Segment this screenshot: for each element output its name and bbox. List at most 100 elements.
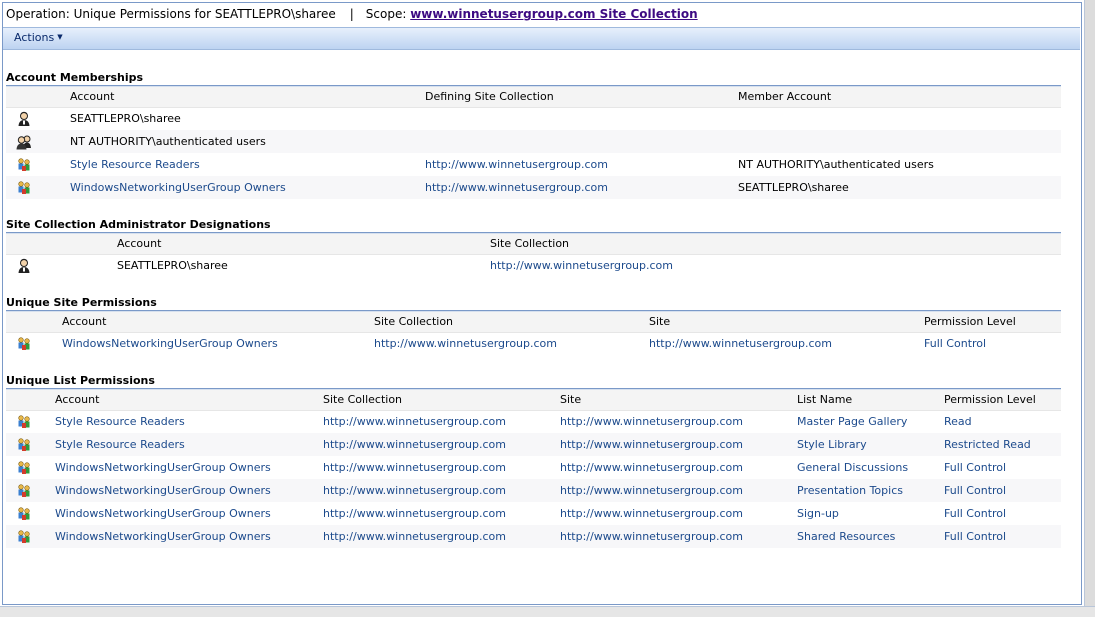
chevron-down-icon: ▼ xyxy=(57,33,63,41)
list-name-cell[interactable]: Style Library xyxy=(797,433,944,456)
admin-designations-rows: SEATTLEPRO\sharee http://www.winnetusergr… xyxy=(6,254,1061,277)
list-name-cell[interactable]: General Discussions xyxy=(797,456,944,479)
permission-level-cell[interactable]: Full Control xyxy=(944,525,1061,548)
icon-cell xyxy=(6,176,41,199)
list-name-cell[interactable]: Master Page Gallery xyxy=(797,410,944,433)
permission-level-cell[interactable]: Full Control xyxy=(944,456,1061,479)
permission-level-cell[interactable]: Restricted Read xyxy=(944,433,1061,456)
table-row: NT AUTHORITY\authenticated users xyxy=(6,130,1061,153)
status-bar xyxy=(0,606,1095,617)
site-collection-cell[interactable]: http://www.winnetusergroup.com xyxy=(425,176,738,199)
column-header-site: Site xyxy=(560,390,797,411)
list-name-cell[interactable]: Sign-up xyxy=(797,502,944,525)
site-cell[interactable]: http://www.winnetusergroup.com xyxy=(560,525,797,548)
table-header-row: Account Defining Site Collection Member … xyxy=(6,87,1061,108)
site-cell[interactable]: http://www.winnetusergroup.com xyxy=(560,410,797,433)
list-name-cell[interactable]: Presentation Topics xyxy=(797,479,944,502)
site-cell[interactable]: http://www.winnetusergroup.com xyxy=(560,502,797,525)
icon-cell xyxy=(6,153,41,176)
icon-cell xyxy=(6,107,41,130)
permission-level-cell[interactable]: Full Control xyxy=(924,332,1061,355)
site-collection-cell[interactable]: http://www.winnetusergroup.com xyxy=(323,525,560,548)
site-collection-cell[interactable]: http://www.winnetusergroup.com xyxy=(490,254,1061,277)
permission-level-cell[interactable]: Full Control xyxy=(944,502,1061,525)
account-cell[interactable]: Style Resource Readers xyxy=(41,410,323,433)
site-collection-cell xyxy=(425,130,738,153)
member-account-cell xyxy=(738,107,1061,130)
site-collection-cell[interactable]: http://www.winnetusergroup.com xyxy=(323,456,560,479)
column-header-site-collection: Site Collection xyxy=(490,234,1061,255)
list-permissions-table: Account Site Collection Site List Name P… xyxy=(6,390,1061,548)
site-collection-cell[interactable]: http://www.winnetusergroup.com xyxy=(425,153,738,176)
list-name-cell[interactable]: Shared Resources xyxy=(797,525,944,548)
account-cell[interactable]: WindowsNetworkingUserGroup Owners xyxy=(41,176,425,199)
column-header-permission-level: Permission Level xyxy=(924,312,1061,333)
sharepoint-group-icon xyxy=(16,157,32,171)
table-row: WindowsNetworkingUserGroup Owners http://… xyxy=(6,456,1061,479)
site-collection-cell[interactable]: http://www.winnetusergroup.com xyxy=(323,502,560,525)
icon-cell xyxy=(6,502,41,525)
site-collection-cell[interactable]: http://www.winnetusergroup.com xyxy=(323,479,560,502)
table-row: Style Resource Readers http://www.winnetu… xyxy=(6,433,1061,456)
icon-cell xyxy=(6,433,41,456)
column-header-account: Account xyxy=(41,312,374,333)
site-cell[interactable]: http://www.winnetusergroup.com xyxy=(560,479,797,502)
table-row: WindowsNetworkingUserGroup Owners http://… xyxy=(6,176,1061,199)
site-collection-cell[interactable]: http://www.winnetusergroup.com xyxy=(323,410,560,433)
permission-level-cell[interactable]: Read xyxy=(944,410,1061,433)
account-cell[interactable]: Style Resource Readers xyxy=(41,433,323,456)
sharepoint-group-icon xyxy=(16,415,32,428)
user-icon xyxy=(16,111,32,126)
header-separator: | xyxy=(349,7,354,21)
site-cell[interactable]: http://www.winnetusergroup.com xyxy=(649,332,924,355)
icon-cell xyxy=(6,456,41,479)
account-cell: SEATTLEPRO\sharee xyxy=(70,112,181,126)
icon-cell xyxy=(6,332,41,355)
table-row: WindowsNetworkingUserGroup Owners http://… xyxy=(6,525,1061,548)
toolbar: Actions ▼ xyxy=(3,27,1080,50)
site-cell[interactable]: http://www.winnetusergroup.com xyxy=(560,433,797,456)
icon-cell xyxy=(6,254,41,277)
sharepoint-group-icon xyxy=(16,437,32,451)
actions-menu-button[interactable]: Actions ▼ xyxy=(14,31,63,44)
account-cell[interactable]: WindowsNetworkingUserGroup Owners xyxy=(41,479,323,502)
column-header-member-account: Member Account xyxy=(738,87,1061,108)
scope-link[interactable]: www.winnetusergroup.com Site Collection xyxy=(410,7,697,21)
table-row: Style Resource Readers http://www.winnetu… xyxy=(6,153,1061,176)
operation-header: Operation: Unique Permissions for SEATTL… xyxy=(6,7,698,23)
site-collection-cell[interactable]: http://www.winnetusergroup.com xyxy=(374,332,649,355)
admin-designations-table: Account Site Collection SEATTLEPRO\share… xyxy=(6,234,1061,277)
site-permissions-table: Account Site Collection Site Permission … xyxy=(6,312,1061,355)
table-row: WindowsNetworkingUserGroup Owners http://… xyxy=(6,332,1061,355)
sharepoint-group-icon xyxy=(16,460,32,474)
icon-cell xyxy=(6,410,41,433)
account-cell[interactable]: WindowsNetworkingUserGroup Owners xyxy=(41,456,323,479)
account-cell[interactable]: WindowsNetworkingUserGroup Owners xyxy=(41,332,374,355)
column-header-permission-level: Permission Level xyxy=(944,390,1061,411)
member-account-cell: SEATTLEPRO\sharee xyxy=(738,176,1061,199)
list-permissions-section: Unique List Permissions Account Site Col… xyxy=(6,373,1061,548)
site-cell[interactable]: http://www.winnetusergroup.com xyxy=(560,456,797,479)
column-header-account: Account xyxy=(41,390,323,411)
account-memberships-table: Account Defining Site Collection Member … xyxy=(6,87,1061,199)
permission-level-cell[interactable]: Full Control xyxy=(944,479,1061,502)
account-cell[interactable]: WindowsNetworkingUserGroup Owners xyxy=(41,502,323,525)
section-title: Account Memberships xyxy=(6,71,144,84)
account-cell[interactable]: WindowsNetworkingUserGroup Owners xyxy=(41,525,323,548)
site-permissions-section: Unique Site Permissions Account Site Col… xyxy=(6,295,1061,355)
account-cell[interactable]: Style Resource Readers xyxy=(41,153,425,176)
site-collection-cell[interactable]: http://www.winnetusergroup.com xyxy=(323,433,560,456)
column-header-account: Account xyxy=(41,87,425,108)
sharepoint-group-icon xyxy=(16,337,32,350)
sharepoint-group-icon xyxy=(16,180,32,194)
actions-label: Actions xyxy=(14,31,55,44)
sharepoint-group-icon xyxy=(16,506,32,520)
table-header-row: Account Site Collection xyxy=(6,234,1061,255)
user-icon xyxy=(16,258,32,273)
sharepoint-group-icon xyxy=(16,529,32,543)
site-permissions-rows: WindowsNetworkingUserGroup Owners http://… xyxy=(6,332,1061,355)
section-title: Unique List Permissions xyxy=(6,374,155,387)
column-header-icon xyxy=(6,312,41,333)
column-header-icon xyxy=(6,390,41,411)
vertical-scrollbar[interactable] xyxy=(1084,0,1095,617)
